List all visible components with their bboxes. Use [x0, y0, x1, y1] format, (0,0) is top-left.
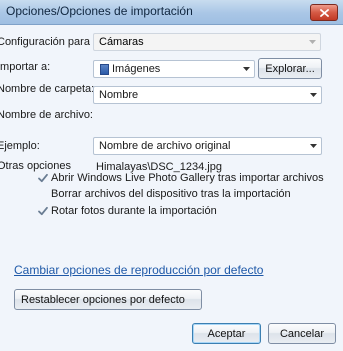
option-delete-files-label: Borrar archivos del dispositivo tras la … — [51, 188, 291, 200]
change-autoplay-link[interactable]: Cambiar opciones de reproducción por def… — [14, 263, 263, 277]
folder-name-value: Nombre — [99, 89, 139, 101]
example-label: Ejemplo: — [0, 140, 40, 152]
import-destination-value: Imágenes — [112, 63, 161, 75]
folder-name-label: Nombre de carpeta: — [0, 83, 95, 95]
option-rotate-photos[interactable]: Rotar fotos durante la importación — [37, 205, 217, 217]
config-select[interactable]: Cámaras — [93, 33, 321, 51]
folder-icon — [100, 63, 109, 75]
file-name-label: Nombre de archivo: — [0, 109, 93, 121]
chevron-down-icon — [305, 138, 321, 154]
close-icon — [319, 8, 329, 17]
folder-name-select[interactable]: Nombre — [93, 86, 322, 104]
option-open-gallery-label: Abrir Windows Live Photo Gallery tras im… — [51, 172, 324, 184]
browse-button[interactable]: Explorar... — [258, 58, 322, 79]
cancel-button[interactable]: Cancelar — [268, 323, 336, 344]
window-title: Opciones/Opciones de importación — [6, 4, 193, 18]
option-open-gallery[interactable]: Abrir Windows Live Photo Gallery tras im… — [37, 172, 324, 184]
checkbox-check-icon — [38, 173, 48, 183]
option-rotate-photos-label: Rotar fotos durante la importación — [51, 205, 217, 217]
other-options-heading: Otras opciones — [0, 160, 71, 172]
config-select-value: Cámaras — [99, 36, 144, 48]
file-name-value: Nombre de archivo original — [99, 140, 231, 152]
config-label: Configuración para : — [0, 36, 97, 48]
accept-button[interactable]: Aceptar — [192, 323, 261, 344]
close-button[interactable] — [310, 4, 338, 21]
checkbox-check-icon — [38, 206, 48, 216]
import-label: Importar a: — [0, 61, 51, 73]
chevron-down-icon — [304, 34, 320, 50]
chevron-down-icon — [238, 61, 254, 77]
dialog-body: Configuración para : Cámaras Importar a:… — [0, 25, 343, 351]
file-name-select[interactable]: Nombre de archivo original — [93, 137, 322, 155]
restore-defaults-button[interactable]: Restablecer opciones por defecto — [14, 289, 202, 310]
option-delete-files[interactable]: Borrar archivos del dispositivo tras la … — [37, 188, 291, 200]
title-bar: Opciones/Opciones de importación — [0, 0, 343, 25]
chevron-down-icon — [305, 87, 321, 103]
import-destination-select[interactable]: Imágenes — [93, 60, 255, 78]
import-options-dialog: Opciones/Opciones de importación Configu… — [0, 0, 343, 351]
